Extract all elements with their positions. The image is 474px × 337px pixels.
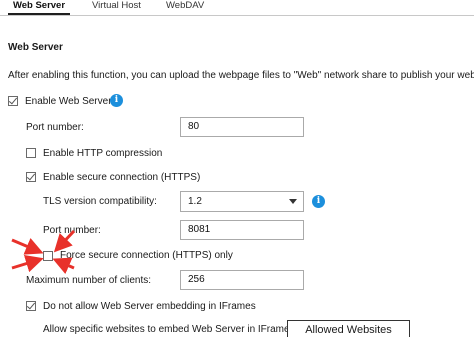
arrow-icon bbox=[11, 238, 44, 255]
arrow-icon bbox=[53, 229, 76, 253]
arrow-icon bbox=[11, 254, 44, 273]
annotation-arrows bbox=[11, 229, 76, 275]
arrow-icon bbox=[52, 257, 75, 275]
